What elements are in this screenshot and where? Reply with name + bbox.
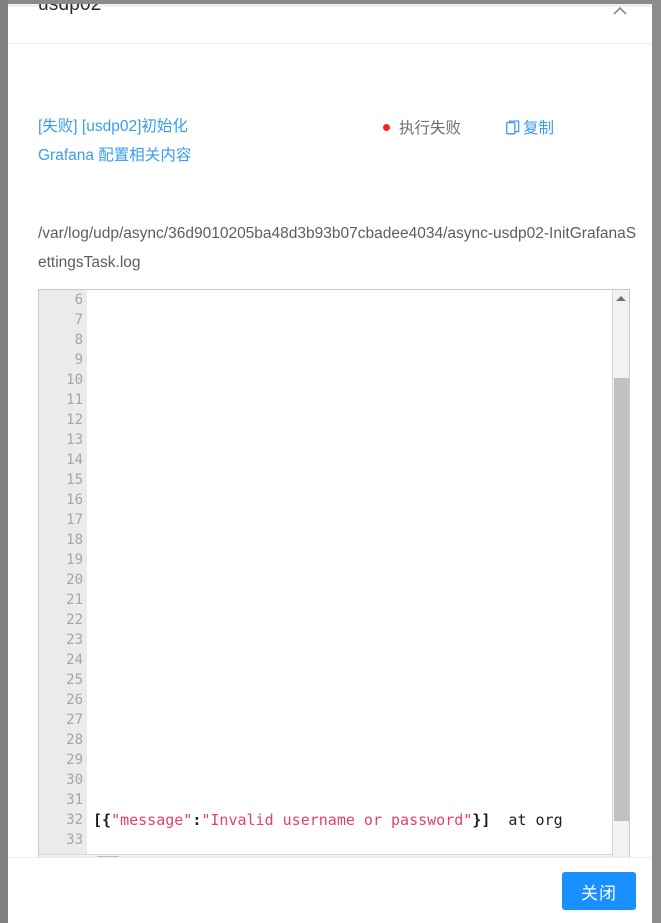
gutter-line-number: 25	[66, 672, 83, 688]
code-token-punct: [{	[93, 811, 112, 829]
log-file-path: /var/log/udp/async/36d9010205ba48d3b93b0…	[38, 225, 637, 271]
dialog-title: usdp02	[38, 4, 102, 15]
gutter-line-number: 14	[66, 452, 83, 468]
gutter-line-number: 17	[66, 512, 83, 528]
chevron-up-icon[interactable]	[610, 4, 630, 21]
gutter-line-number: 32	[66, 812, 83, 828]
code-line[interactable]	[87, 670, 629, 690]
code-token-string: "message"	[111, 811, 193, 829]
gutter-line-number: 23	[66, 632, 83, 648]
code-line[interactable]	[87, 730, 629, 750]
gutter-line-number: 13	[66, 432, 83, 448]
gutter-line-number: 6	[74, 292, 83, 308]
code-line[interactable]	[87, 650, 629, 670]
vertical-scrollbar-thumb[interactable]	[614, 378, 629, 821]
code-token-punct: }]	[472, 811, 491, 829]
status-dot-icon	[383, 123, 390, 131]
gutter-line-number: 30	[66, 772, 83, 788]
gutter-line-number: 27	[66, 712, 83, 728]
gutter-line-number: 15	[66, 472, 83, 488]
dialog-body: [失败] [usdp02]初始化 Grafana 配置相关内容 执行失败 复制 …	[8, 44, 652, 872]
code-line[interactable]	[87, 450, 629, 470]
gutter-line-number: 8	[74, 332, 83, 348]
status-label: 执行失败	[399, 120, 462, 137]
code-line[interactable]	[87, 430, 629, 450]
gutter-line-number: 18	[39, 530, 97, 550]
editor-code-area[interactable]: [{"message":"Invalid username or passwor…	[87, 290, 629, 871]
editor-vertical-scrollbar[interactable]	[612, 290, 629, 871]
scroll-up-arrow-icon[interactable]	[613, 290, 629, 307]
code-line[interactable]	[87, 370, 629, 390]
task-status: 执行失败	[383, 116, 461, 138]
code-line[interactable]	[87, 690, 629, 710]
gutter-line-number: 19	[66, 552, 83, 568]
code-line[interactable]	[87, 630, 629, 650]
task-summary-row: [失败] [usdp02]初始化 Grafana 配置相关内容 执行失败 复制	[38, 44, 622, 164]
code-line[interactable]	[87, 710, 629, 730]
code-line[interactable]	[87, 550, 629, 570]
code-line[interactable]	[87, 470, 629, 490]
gutter-line-number: 29	[66, 752, 83, 768]
code-line[interactable]	[87, 490, 629, 510]
gutter-line-number: 21	[66, 592, 83, 608]
code-line[interactable]	[87, 390, 629, 410]
gutter-line-number: 31	[66, 792, 83, 808]
code-line[interactable]	[87, 570, 629, 590]
code-line[interactable]	[87, 410, 629, 430]
gutter-line-number: 24	[66, 652, 83, 668]
code-line[interactable]	[87, 590, 629, 610]
gutter-line-number: 11	[66, 392, 83, 408]
modal-backdrop-right[interactable]	[652, 0, 661, 923]
copy-button[interactable]: 复制	[506, 116, 554, 138]
gutter-line-number: 16	[66, 492, 83, 508]
gutter-line-number: 20	[66, 572, 83, 588]
code-line[interactable]	[87, 310, 629, 330]
gutter-line-number: 22	[66, 612, 83, 628]
code-token-string: "Invalid username or password"	[201, 811, 473, 829]
code-line[interactable]	[87, 350, 629, 370]
copy-label: 复制	[523, 120, 555, 137]
code-line[interactable]: [{"message":"Invalid username or passwor…	[87, 810, 629, 830]
gutter-line-number: 10	[66, 372, 83, 388]
dialog-header: usdp02	[8, 4, 652, 44]
code-line[interactable]	[87, 290, 629, 310]
gutter-line-number: 9	[74, 352, 83, 368]
gutter-line-number: 33	[66, 832, 83, 848]
editor-gutter: 6 7 8 9 10 11 12 13 14 15 16 17 18 19 20 21 22 23 24 25 26 27…	[39, 290, 97, 871]
log-code-editor[interactable]: 6 7 8 9 10 11 12 13 14 15 16 17 18 19 20 21 22 23 24 25 26 27…	[38, 289, 630, 872]
gutter-line-number: 26	[66, 692, 83, 708]
gutter-line-number: 28	[66, 732, 83, 748]
code-line[interactable]	[87, 610, 629, 630]
copy-icon	[506, 119, 520, 135]
code-line[interactable]	[87, 750, 629, 770]
code-line[interactable]	[87, 770, 629, 790]
code-line[interactable]	[87, 330, 629, 350]
task-detail-link[interactable]: [失败] [usdp02]初始化 Grafana 配置相关内容	[38, 112, 228, 170]
code-line[interactable]	[87, 830, 629, 850]
gutter-line-number: 7	[74, 312, 83, 328]
code-line[interactable]	[87, 510, 629, 530]
modal-backdrop-left[interactable]	[0, 0, 8, 923]
code-token-plain: at org	[490, 811, 563, 829]
code-line[interactable]	[87, 790, 629, 810]
close-button[interactable]: 关闭	[562, 872, 636, 910]
gutter-line-number: 12	[66, 412, 83, 428]
task-log-dialog: usdp02 [失败] [usdp02]初始化 Grafana 配置相关内容 执…	[8, 4, 652, 923]
dialog-footer: 关闭	[8, 857, 652, 923]
code-line[interactable]	[87, 530, 629, 550]
